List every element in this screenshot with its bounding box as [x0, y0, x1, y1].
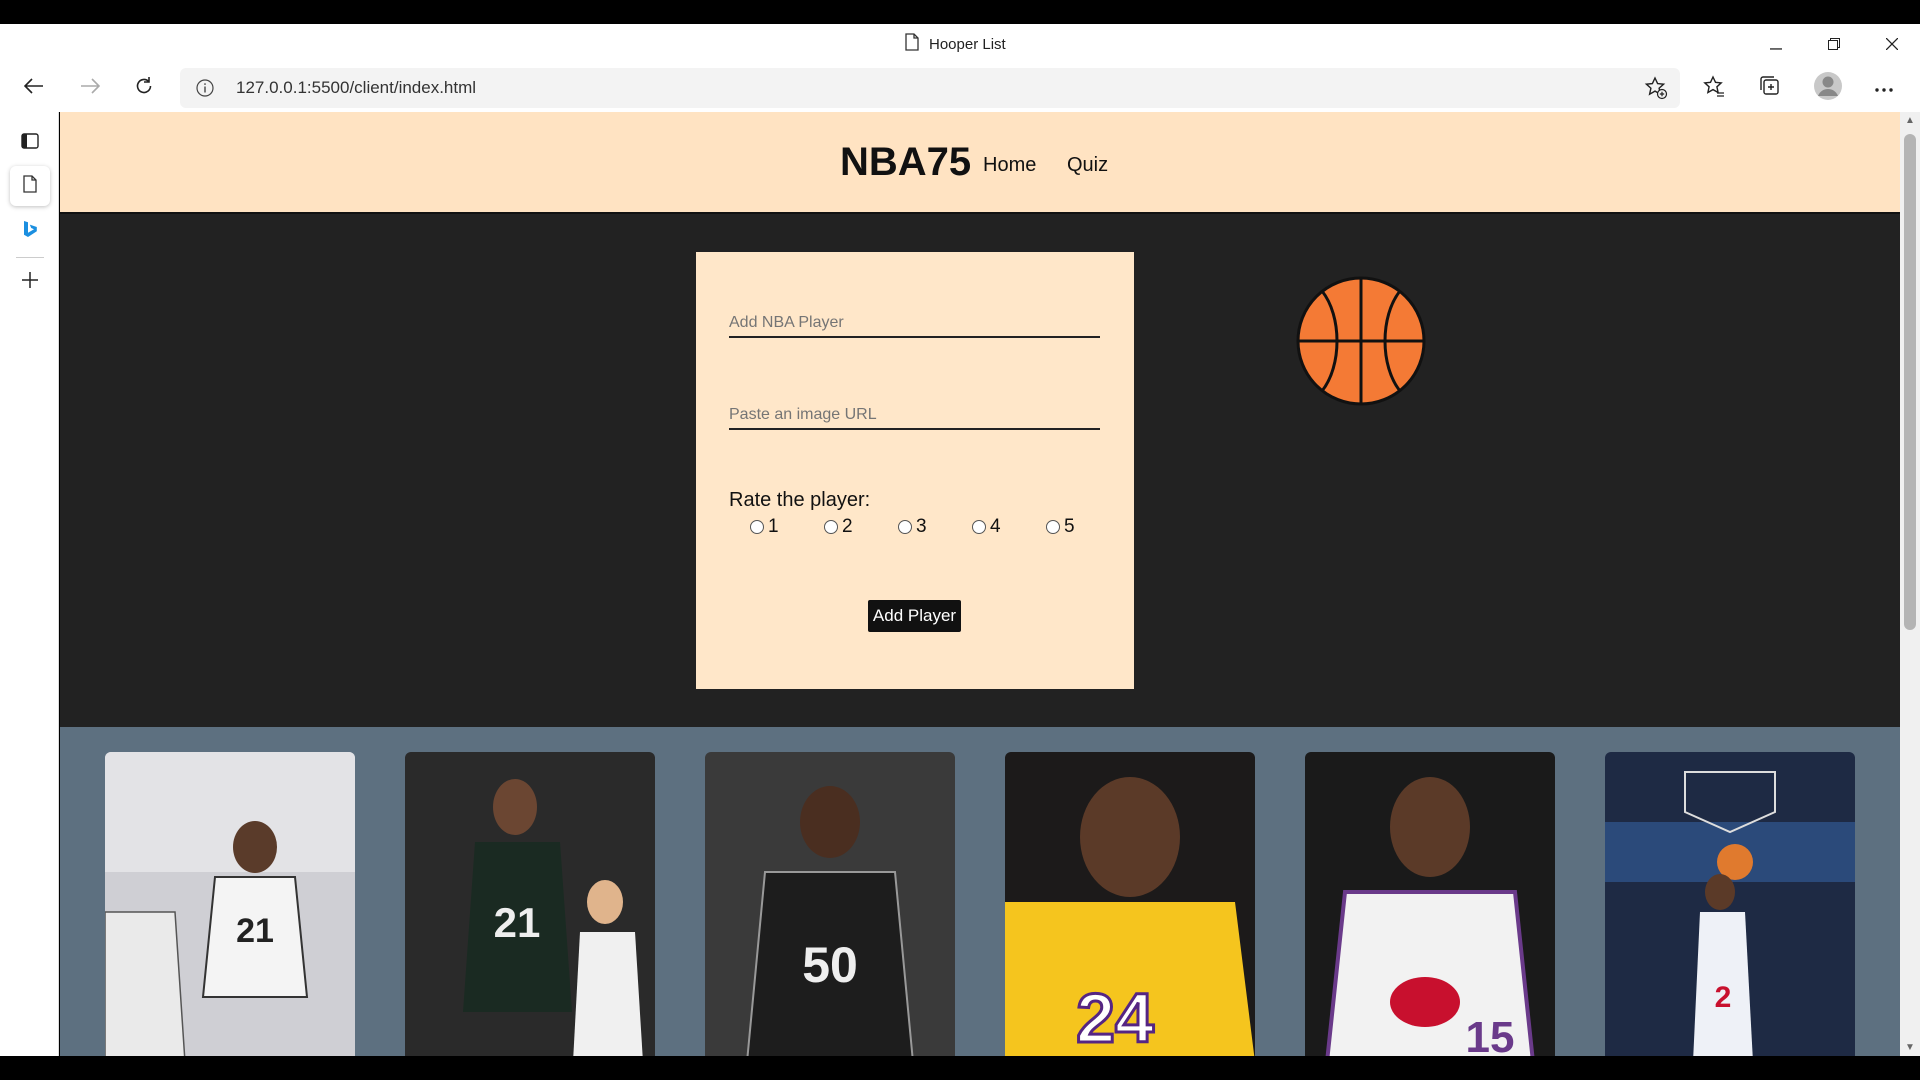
jersey-number: 21 [494, 899, 541, 946]
window-title-text: Hooper List [929, 36, 1006, 53]
radio-button[interactable] [972, 520, 986, 534]
back-button[interactable] [14, 70, 54, 106]
rating-option-4[interactable]: 4 [972, 516, 1046, 538]
radio-button[interactable] [898, 520, 912, 534]
scroll-up-icon[interactable]: ▲ [1905, 115, 1915, 126]
restore-button[interactable] [1806, 24, 1862, 64]
collections-icon [1759, 75, 1781, 102]
rating-label: Rate the player: [729, 489, 871, 511]
profile-button[interactable] [1808, 70, 1848, 106]
rating-value: 4 [990, 516, 1001, 537]
address-bar[interactable]: 127.0.0.1:5500/client/index.html [180, 68, 1680, 108]
page-viewport: NBA75 Home Quiz Rate the player: 1 2 3 4… [60, 112, 1900, 1056]
site-info-icon[interactable] [196, 79, 214, 102]
close-button[interactable] [1864, 24, 1920, 64]
avatar-icon [1813, 71, 1843, 106]
nav-link-home[interactable]: Home [983, 154, 1036, 177]
rating-value: 1 [768, 516, 779, 537]
add-player-button[interactable]: Add Player [868, 600, 961, 632]
favorites-button[interactable] [1694, 70, 1734, 106]
rating-value: 3 [916, 516, 927, 537]
rating-option-1[interactable]: 1 [750, 516, 824, 538]
more-dots-icon [1875, 79, 1893, 97]
player-card[interactable]: 2 [1605, 752, 1855, 1056]
url-text[interactable]: 127.0.0.1:5500/client/index.html [236, 78, 476, 98]
basketball-icon [1296, 276, 1426, 411]
forward-button[interactable] [70, 70, 110, 106]
jersey-number: 15 [1466, 1013, 1515, 1056]
player-name-input[interactable] [729, 300, 1100, 338]
bing-button[interactable] [10, 211, 50, 251]
radio-button[interactable] [1046, 520, 1060, 534]
window-title: Hooper List [905, 33, 1006, 56]
scroll-down-icon[interactable]: ▼ [1905, 1042, 1915, 1053]
player-cards-section: 21 21 50 24 15 2 [60, 727, 1900, 1056]
refresh-icon [134, 76, 154, 101]
close-icon [1885, 34, 1899, 55]
favorites-star-icon [1703, 74, 1725, 102]
jersey-number: 24 [1076, 979, 1154, 1056]
add-favorite-icon[interactable] [1644, 76, 1668, 105]
back-arrow-icon [23, 77, 44, 99]
site-logo[interactable]: NBA75 [840, 140, 971, 185]
collections-button[interactable] [1750, 70, 1790, 106]
new-tab-button[interactable] [10, 262, 50, 302]
rating-option-5[interactable]: 5 [1046, 516, 1120, 538]
page-scrollbar[interactable]: ▲ ▼ [1900, 112, 1920, 1056]
forward-arrow-icon [80, 77, 101, 99]
minimize-icon [1770, 34, 1782, 55]
tab-actions-button[interactable] [10, 123, 50, 163]
tab-actions-icon [21, 132, 39, 155]
browser-sidebar [0, 112, 59, 1056]
browser-toolbar: 127.0.0.1:5500/client/index.html [0, 64, 1920, 112]
settings-menu-button[interactable] [1864, 70, 1904, 106]
refresh-button[interactable] [124, 70, 164, 106]
player-card[interactable]: 15 [1305, 752, 1555, 1056]
player-card[interactable]: 21 [105, 752, 355, 1056]
player-card[interactable]: 50 [705, 752, 955, 1056]
bing-icon [23, 220, 37, 243]
scrollbar-thumb[interactable] [1904, 134, 1916, 630]
player-card[interactable]: 21 [405, 752, 655, 1056]
sidebar-divider [16, 257, 44, 258]
plus-icon [22, 271, 38, 293]
jersey-number: 50 [802, 937, 858, 993]
site-header: NBA75 Home Quiz [60, 112, 1900, 214]
jersey-number: 2 [1715, 981, 1732, 1014]
rating-option-2[interactable]: 2 [824, 516, 898, 538]
add-player-form: Rate the player: 1 2 3 4 5 Add Player [696, 252, 1134, 689]
nav-link-quiz[interactable]: Quiz [1067, 154, 1108, 177]
restore-icon [1828, 34, 1840, 55]
window-titlebar: Hooper List [0, 24, 1920, 64]
rating-option-3[interactable]: 3 [898, 516, 972, 538]
player-card[interactable]: 24 [1005, 752, 1255, 1056]
jersey-number: 21 [236, 912, 274, 950]
rating-value: 5 [1064, 516, 1075, 537]
screen-bottom-border [0, 1056, 1920, 1080]
page-icon [905, 33, 919, 56]
radio-button[interactable] [824, 520, 838, 534]
vertical-tab-hooper-list[interactable] [10, 166, 50, 206]
page-icon [23, 174, 37, 198]
rating-value: 2 [842, 516, 853, 537]
image-url-input[interactable] [729, 392, 1100, 430]
screen-top-border [0, 0, 1920, 24]
rating-radio-group: 1 2 3 4 5 [750, 516, 1120, 538]
minimize-button[interactable] [1748, 24, 1804, 64]
radio-button[interactable] [750, 520, 764, 534]
